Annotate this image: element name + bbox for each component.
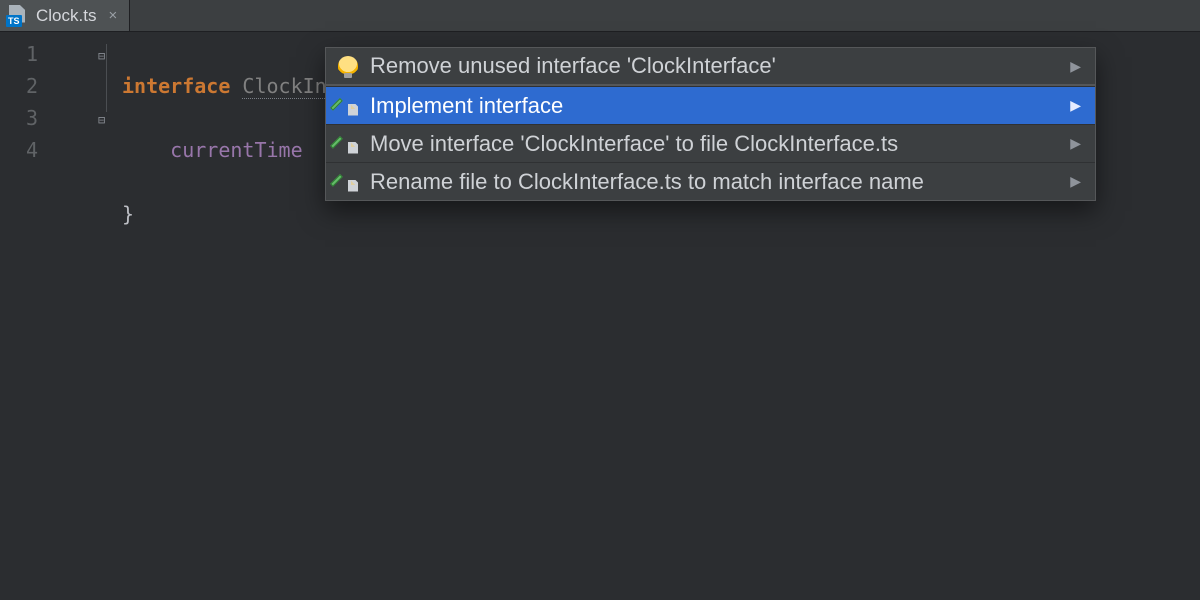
tab-clock-ts[interactable]: TS Clock.ts × (0, 0, 130, 31)
chevron-right-icon: ▶ (1070, 173, 1081, 190)
intention-actions-popup: Remove unused interface 'ClockInterface'… (325, 47, 1096, 201)
close-icon[interactable]: × (108, 8, 117, 23)
intention-label: Move interface 'ClockInterface' to file … (370, 131, 898, 157)
intention-rename-file[interactable]: Rename file to ClockInterface.ts to matc… (326, 162, 1095, 200)
intention-remove-unused-interface[interactable]: Remove unused interface 'ClockInterface'… (326, 48, 1095, 86)
fold-toggle-open-icon[interactable]: ⊟ (98, 40, 105, 72)
intention-move-interface-to-file[interactable]: Move interface 'ClockInterface' to file … (326, 124, 1095, 162)
lightbulb-icon (338, 56, 358, 76)
typescript-file-icon: TS (6, 5, 28, 27)
intention-label: Rename file to ClockInterface.ts to matc… (370, 169, 924, 195)
tab-filename: Clock.ts (36, 6, 96, 26)
intention-label: Remove unused interface 'ClockInterface' (370, 53, 776, 79)
chevron-right-icon: ▶ (1070, 58, 1081, 75)
pencil-icon (338, 96, 358, 116)
chevron-right-icon: ▶ (1070, 135, 1081, 152)
line-number: 1 (0, 38, 38, 70)
line-number-gutter: 1 2 3 4 (0, 32, 48, 600)
property-name: currentTime (170, 138, 302, 162)
pencil-icon (338, 172, 358, 192)
line-number: 4 (0, 134, 38, 166)
fold-toggle-close-icon[interactable]: ⊟ (98, 104, 105, 136)
intention-label: Implement interface (370, 93, 563, 119)
pencil-icon (338, 134, 358, 154)
brace: } (122, 202, 134, 226)
line-number: 2 (0, 70, 38, 102)
keyword-interface: interface (122, 74, 230, 98)
code-line: } (122, 198, 435, 230)
intention-implement-interface[interactable]: Implement interface ▶ (326, 86, 1095, 124)
chevron-right-icon: ▶ (1070, 97, 1081, 114)
fold-gutter: ⊟ ⊟ (48, 32, 108, 600)
tab-bar: TS Clock.ts × (0, 0, 1200, 32)
line-number: 3 (0, 102, 38, 134)
